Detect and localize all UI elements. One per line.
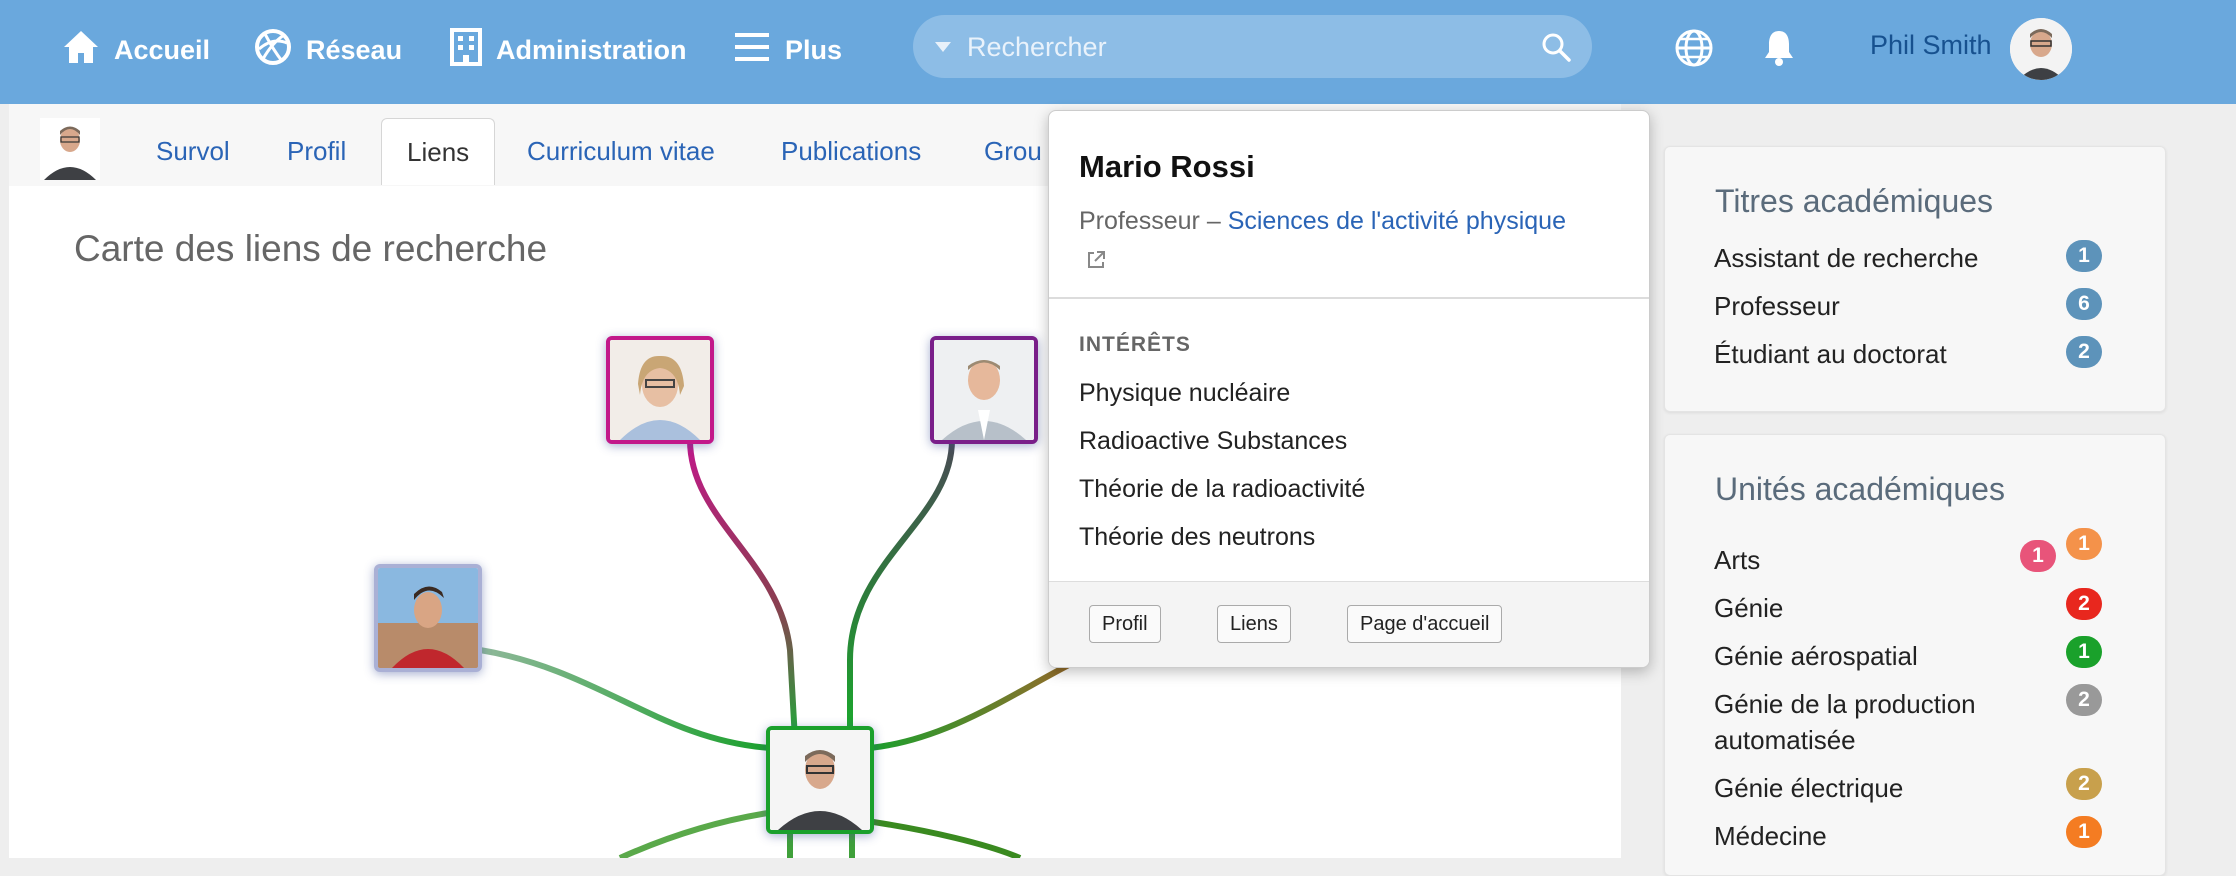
academic-unit-item[interactable]: Génie aérospatial xyxy=(1714,638,1918,674)
interest-item[interactable]: Physique nucléaire xyxy=(1079,379,1290,408)
person-popup: Mario Rossi Professeur – Sciences de l'a… xyxy=(1048,110,1650,668)
interest-item[interactable]: Théorie de la radioactivité xyxy=(1079,475,1365,504)
popup-homepage-button[interactable]: Page d'accueil xyxy=(1347,605,1503,643)
external-link-icon[interactable] xyxy=(1085,249,1107,276)
academic-units-heading: Unités académiques xyxy=(1715,471,2005,507)
user-avatar[interactable] xyxy=(2010,18,2072,80)
popup-person-name: Mario Rossi xyxy=(1079,149,1255,184)
link-line xyxy=(618,807,791,858)
academic-unit-item[interactable]: Arts xyxy=(1714,542,1760,578)
academic-unit-item[interactable]: Médecine xyxy=(1714,818,1827,854)
academic-titles-heading: Titres académiques xyxy=(1715,183,1994,219)
link-line xyxy=(479,647,771,751)
popup-links-button[interactable]: Liens xyxy=(1217,605,1291,643)
popup-department-link[interactable]: Sciences de l'activité physique xyxy=(1228,207,1566,235)
popup-profile-button[interactable]: Profil xyxy=(1089,605,1161,643)
popup-role-title: Professeur – xyxy=(1079,207,1228,235)
count-badge: 1 xyxy=(2066,240,2102,272)
person-node[interactable] xyxy=(930,336,1038,444)
count-badge: 1 xyxy=(2020,540,2056,572)
academic-titles-panel: Titres académiques xyxy=(1664,146,2166,412)
bell-icon[interactable] xyxy=(1762,28,1796,73)
academic-unit-item[interactable]: Génie xyxy=(1714,590,1783,626)
count-badge: 6 xyxy=(2066,288,2102,320)
person-node[interactable] xyxy=(606,336,714,444)
count-badge: 2 xyxy=(2066,768,2102,800)
academic-unit-item[interactable]: Génie électrique xyxy=(1714,770,1903,806)
link-line xyxy=(687,439,798,741)
count-badge: 1 xyxy=(2066,636,2102,668)
interest-item[interactable]: Radioactive Substances xyxy=(1079,427,1347,456)
count-badge: 2 xyxy=(2066,336,2102,368)
count-badge: 1 xyxy=(2066,816,2102,848)
count-badge: 2 xyxy=(2066,684,2102,716)
popup-divider xyxy=(1049,297,1649,299)
user-name[interactable]: Phil Smith xyxy=(1870,30,1992,61)
globe-icon[interactable] xyxy=(1674,28,1714,73)
search-icon[interactable] xyxy=(1540,31,1572,63)
link-line xyxy=(847,439,955,740)
link-line xyxy=(859,817,1022,858)
person-node[interactable] xyxy=(374,564,482,672)
count-badge: 1 xyxy=(2066,528,2102,560)
academic-title-item[interactable]: Professeur xyxy=(1714,288,1840,324)
link-line xyxy=(787,830,855,858)
popup-role: Professeur – Sciences de l'activité phys… xyxy=(1079,207,1566,236)
academic-unit-item[interactable]: Génie de la production automatisée xyxy=(1714,686,2044,758)
person-node-self[interactable] xyxy=(766,726,874,834)
academic-title-item[interactable]: Assistant de recherche xyxy=(1714,240,1978,276)
count-badge: 2 xyxy=(2066,588,2102,620)
academic-title-item[interactable]: Étudiant au doctorat xyxy=(1714,336,1947,372)
interest-item[interactable]: Théorie des neutrons xyxy=(1079,523,1315,552)
popup-interests-label: INTÉRÊTS xyxy=(1079,333,1191,356)
